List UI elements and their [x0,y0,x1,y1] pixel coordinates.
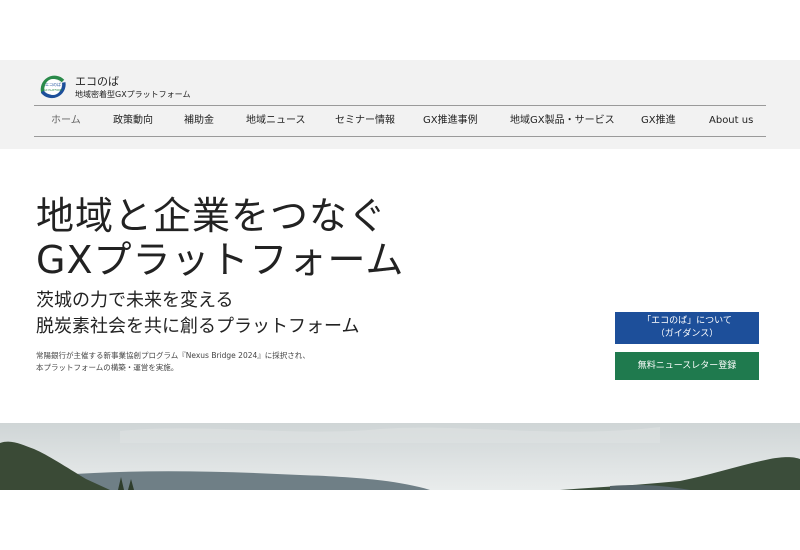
top-spacer [0,0,800,60]
main-nav: ホーム 政策動向 補助金 地域ニュース セミナー情報 GX推進事例 地域GX製品… [34,106,766,136]
hero-note: 常陽銀行が主催する新事業協創プログラム『Nexus Bridge 2024』に採… [36,350,310,374]
brand-name: エコのば [75,74,119,88]
about-guidance-button[interactable]: 「エコのば」について （ガイダンス） [615,312,759,344]
nav-item-gx-products[interactable]: 地域GX製品・サービス [510,106,615,136]
logo-mark-subtext: GX PLATFORM [44,88,62,92]
brand-logo[interactable]: エコのば GX PLATFORM エコのば 地域密着型GXプラットフォーム [37,71,190,103]
hero-title: 地域と企業をつなぐ GXプラットフォーム [36,194,404,282]
nav-item-gx-promotion[interactable]: GX推進 [641,106,676,136]
about-button-line2: （ガイダンス） [655,329,719,339]
hero-title-line2: GXプラットフォーム [36,238,405,282]
hero-subtitle: 茨城の力で未来を変える 脱炭素社会を共に創るプラットフォーム [36,288,359,340]
hero-title-line1: 地域と企業をつなぐ [36,194,388,238]
nav-item-policy[interactable]: 政策動向 [113,106,153,136]
nav-item-about[interactable]: About us [709,106,753,136]
nav-divider-bottom [34,136,766,137]
logo-mark-text: エコのば [45,81,61,87]
nav-item-home[interactable]: ホーム [51,106,81,136]
eco-logo-icon: エコのば GX PLATFORM [37,71,69,103]
nav-item-gx-cases[interactable]: GX推進事例 [423,106,478,136]
site-header: エコのば GX PLATFORM エコのば 地域密着型GXプラットフォーム ホー… [0,60,800,149]
hero-landscape-image [0,423,800,490]
brand-tagline: 地域密着型GXプラットフォーム [75,89,191,99]
newsletter-signup-button[interactable]: 無料ニュースレター登録 [615,352,759,380]
hero-note-line1: 常陽銀行が主催する新事業協創プログラム『Nexus Bridge 2024』に採… [36,351,310,360]
hero-subtitle-line1: 茨城の力で未来を変える [36,290,234,311]
nav-item-local-news[interactable]: 地域ニュース [246,106,306,136]
nav-item-subsidy[interactable]: 補助金 [184,106,214,136]
about-button-line1: 「エコのば」について [642,316,732,326]
hero-subtitle-line2: 脱炭素社会を共に創るプラットフォーム [36,316,360,337]
hero-note-line2: 本プラットフォームの構築・運営を実施。 [36,363,179,372]
nav-item-seminar[interactable]: セミナー情報 [335,106,395,136]
